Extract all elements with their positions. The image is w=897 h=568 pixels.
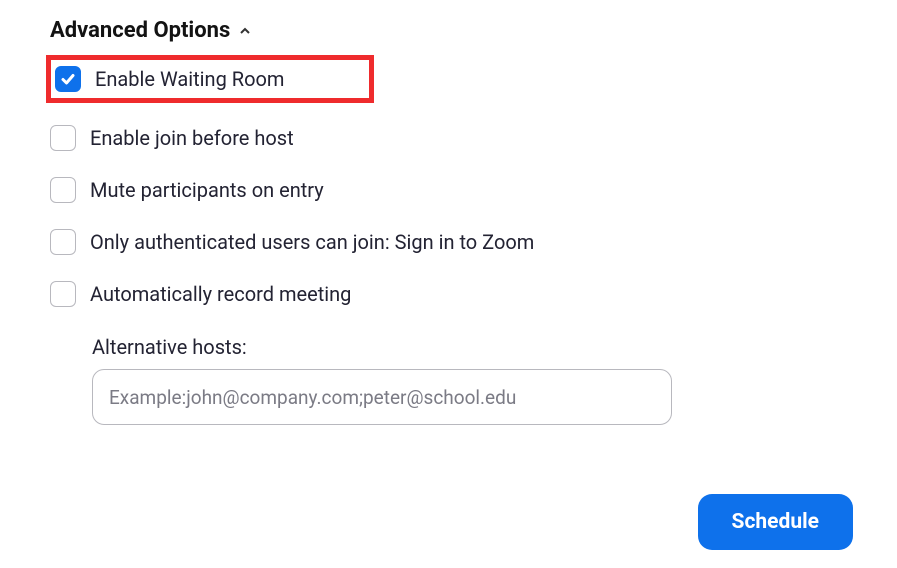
advanced-options-title: Advanced Options bbox=[50, 18, 230, 43]
options-list: Enable Waiting Room Enable join before h… bbox=[50, 55, 847, 311]
option-authenticated-only[interactable]: Only authenticated users can join: Sign … bbox=[50, 225, 847, 259]
option-auto-record[interactable]: Automatically record meeting bbox=[50, 277, 847, 311]
schedule-button[interactable]: Schedule bbox=[698, 494, 853, 550]
advanced-options-header[interactable]: Advanced Options bbox=[50, 18, 847, 43]
checkbox-join-before-host[interactable] bbox=[50, 125, 76, 151]
alternative-hosts-section: Alternative hosts: bbox=[92, 335, 847, 425]
alternative-hosts-label: Alternative hosts: bbox=[92, 335, 847, 359]
alternative-hosts-input[interactable] bbox=[92, 369, 672, 425]
option-label-waiting-room: Enable Waiting Room bbox=[95, 67, 284, 91]
option-waiting-room[interactable]: Enable Waiting Room bbox=[46, 55, 374, 103]
option-label-authenticated-only: Only authenticated users can join: Sign … bbox=[90, 230, 534, 254]
checkbox-mute-on-entry[interactable] bbox=[50, 177, 76, 203]
option-label-mute-on-entry: Mute participants on entry bbox=[90, 178, 324, 202]
chevron-up-icon bbox=[238, 24, 252, 38]
option-label-auto-record: Automatically record meeting bbox=[90, 282, 351, 306]
checkbox-authenticated-only[interactable] bbox=[50, 229, 76, 255]
checkbox-waiting-room[interactable] bbox=[55, 66, 81, 92]
option-label-join-before-host: Enable join before host bbox=[90, 126, 294, 150]
option-mute-on-entry[interactable]: Mute participants on entry bbox=[50, 173, 847, 207]
checkbox-auto-record[interactable] bbox=[50, 281, 76, 307]
option-join-before-host[interactable]: Enable join before host bbox=[50, 121, 847, 155]
